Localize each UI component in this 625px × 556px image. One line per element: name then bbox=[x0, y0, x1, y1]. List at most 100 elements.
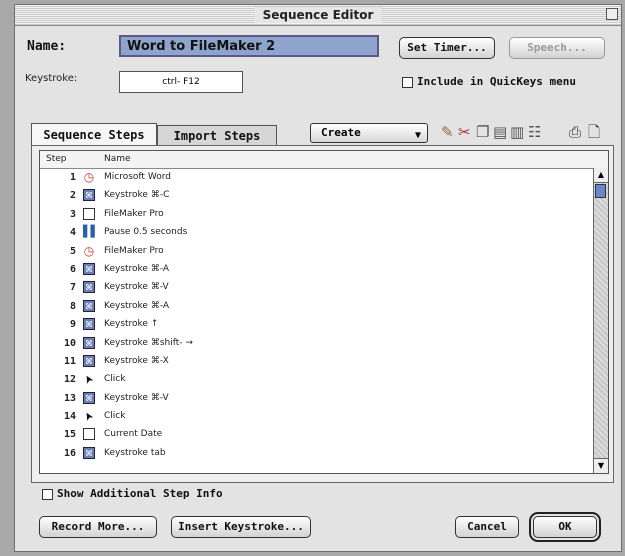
table-row[interactable]: 4 ▌▌ Pause 0.5 seconds bbox=[40, 224, 608, 242]
step-name: Keystroke ⌘-C bbox=[104, 190, 170, 201]
step-number: 1 bbox=[69, 172, 76, 183]
step-name: FileMaker Pro bbox=[104, 208, 164, 219]
step-number: 10 bbox=[63, 337, 76, 349]
step-name: Keystroke ⌘shift- → bbox=[104, 337, 193, 348]
step-number: 9 bbox=[69, 319, 76, 331]
keystroke-label: Keystroke: bbox=[25, 73, 78, 84]
keystroke-icon: ⌘ bbox=[83, 189, 95, 202]
cursor-icon: ➤ bbox=[80, 409, 97, 424]
table-row[interactable]: 2 ⌘ Keystroke ⌘-C bbox=[40, 187, 608, 205]
table-row[interactable]: 1 ◷ Microsoft Word bbox=[40, 169, 608, 187]
list-rows: 1 ◷ Microsoft Word 2 ⌘ Keystroke ⌘-C 3 FileMake… bbox=[40, 169, 608, 463]
step-number: 13 bbox=[63, 392, 76, 404]
step-name: Keystroke ⌘-V bbox=[104, 282, 169, 293]
step-number: 15 bbox=[63, 429, 76, 441]
set-timer-button[interactable]: Set Timer... bbox=[399, 37, 495, 59]
step-name: Current Date bbox=[104, 429, 163, 440]
step-number: 3 bbox=[69, 208, 76, 220]
keystroke-icon: ⌘ bbox=[83, 391, 95, 404]
step-number: 14 bbox=[63, 411, 76, 423]
keystroke-icon: ⌘ bbox=[83, 336, 95, 349]
page-setup-icon[interactable]: 🗋 bbox=[588, 123, 600, 141]
table-row[interactable]: 10 ⌘ Keystroke ⌘shift- → bbox=[40, 335, 608, 353]
step-name: FileMaker Pro bbox=[104, 245, 164, 256]
table-row[interactable]: 3 FileMaker Pro bbox=[40, 206, 608, 224]
step-name: Pause 0.5 seconds bbox=[104, 227, 188, 238]
list-header: Step Name bbox=[40, 151, 608, 169]
table-row[interactable]: 15 Current Date bbox=[40, 426, 608, 444]
table-row[interactable]: 11 ⌘ Keystroke ⌘-X bbox=[40, 353, 608, 371]
step-name: Keystroke ⌘-V bbox=[104, 392, 169, 403]
column-name[interactable]: Name bbox=[104, 154, 131, 164]
steps-list[interactable]: Step Name 1 ◷ Microsoft Word 2 ⌘ Keystroke ⌘-… bbox=[39, 150, 609, 474]
table-row[interactable]: 6 ⌘ Keystroke ⌘-A bbox=[40, 261, 608, 279]
record-more-button[interactable]: Record More... bbox=[39, 516, 157, 538]
window-title: Sequence Editor bbox=[254, 7, 382, 23]
copy-icon[interactable]: ❐ bbox=[476, 123, 489, 141]
chevron-down-icon: ▼ bbox=[414, 130, 421, 141]
table-row[interactable]: 13 ⌘ Keystroke ⌘-V bbox=[40, 390, 608, 408]
title-bar[interactable]: Sequence Editor bbox=[15, 5, 621, 26]
tab-sequence-steps[interactable]: Sequence Steps bbox=[31, 123, 157, 145]
include-menu-checkbox[interactable] bbox=[402, 77, 413, 88]
name-label: Name: bbox=[27, 39, 67, 54]
print-icon[interactable]: ⎙ bbox=[569, 123, 581, 141]
step-number: 16 bbox=[63, 447, 76, 459]
step-number: 4 bbox=[69, 227, 76, 239]
name-field[interactable]: Word to FileMaker 2 bbox=[119, 35, 379, 57]
column-step[interactable]: Step bbox=[46, 154, 67, 164]
table-row[interactable]: 5 ◷ FileMaker Pro bbox=[40, 243, 608, 261]
ok-button[interactable]: OK bbox=[529, 512, 601, 542]
step-name: Click bbox=[104, 411, 126, 422]
step-name: Keystroke tab bbox=[104, 447, 166, 458]
insert-keystroke-button[interactable]: Insert Keystroke... bbox=[171, 516, 311, 538]
clock-icon: ◷ bbox=[83, 170, 95, 184]
keystroke-field[interactable]: ctrl- F12 bbox=[119, 71, 243, 93]
step-number: 6 bbox=[69, 263, 76, 275]
show-info-label: Show Additional Step Info bbox=[57, 487, 223, 500]
step-name: Keystroke ⌘-X bbox=[104, 355, 169, 366]
keystroke-icon: ⌘ bbox=[83, 354, 95, 367]
step-number: 11 bbox=[63, 355, 76, 367]
vertical-scrollbar[interactable]: ▲ ▼ bbox=[593, 168, 608, 473]
show-info-checkbox[interactable] bbox=[42, 489, 53, 500]
pause-icon: ▌▌ bbox=[83, 225, 99, 239]
step-name: Keystroke ↑ bbox=[104, 319, 159, 330]
table-row[interactable]: 8 ⌘ Keystroke ⌘-A bbox=[40, 298, 608, 316]
step-number: 7 bbox=[69, 282, 76, 294]
keystroke-icon: ⌘ bbox=[83, 281, 95, 294]
step-number: 2 bbox=[69, 190, 76, 202]
tab-import-steps[interactable]: Import Steps bbox=[157, 125, 277, 145]
clock-icon: ◷ bbox=[83, 243, 95, 258]
table-row[interactable]: 16 ⌘ Keystroke tab bbox=[40, 445, 608, 463]
zoom-box-icon[interactable] bbox=[606, 8, 618, 20]
include-menu-label: Include in QuicKeys menu bbox=[417, 75, 576, 88]
keystroke-icon: ⌘ bbox=[83, 299, 95, 312]
keystroke-icon: ⌘ bbox=[83, 262, 95, 275]
step-name: Microsoft Word bbox=[104, 172, 171, 182]
step-number: 5 bbox=[69, 245, 76, 257]
list-icon[interactable]: ☷ bbox=[528, 123, 541, 141]
scroll-down-arrow-icon[interactable]: ▼ bbox=[594, 458, 608, 473]
table-row[interactable]: 14 ➤ Click bbox=[40, 408, 608, 426]
table-row[interactable]: 9 ⌘ Keystroke ↑ bbox=[40, 316, 608, 334]
folder-icon bbox=[83, 207, 95, 220]
pencil-icon[interactable]: ✎ bbox=[441, 123, 454, 141]
sequence-editor-window: Sequence Editor Name: Word to FileMaker … bbox=[14, 4, 622, 552]
paste-icon[interactable]: ▤ bbox=[493, 123, 507, 141]
keystroke-icon: ⌘ bbox=[83, 446, 95, 459]
step-number: 8 bbox=[69, 300, 76, 312]
speech-button[interactable]: Speech... bbox=[509, 37, 605, 59]
step-name: Keystroke ⌘-A bbox=[104, 300, 170, 311]
cancel-button[interactable]: Cancel bbox=[455, 516, 519, 538]
scroll-thumb[interactable] bbox=[595, 184, 606, 198]
step-number: 12 bbox=[63, 374, 76, 386]
keystroke-icon: ⌘ bbox=[83, 318, 95, 331]
scissors-icon[interactable]: ✂ bbox=[458, 123, 471, 141]
cursor-icon: ➤ bbox=[80, 372, 97, 387]
table-row[interactable]: 12 ➤ Click bbox=[40, 371, 608, 389]
scroll-up-arrow-icon[interactable]: ▲ bbox=[594, 168, 608, 183]
table-row[interactable]: 7 ⌘ Keystroke ⌘-V bbox=[40, 279, 608, 297]
create-popup[interactable]: Create ▼ bbox=[310, 123, 428, 143]
trash-icon[interactable]: ▥ bbox=[510, 123, 524, 141]
